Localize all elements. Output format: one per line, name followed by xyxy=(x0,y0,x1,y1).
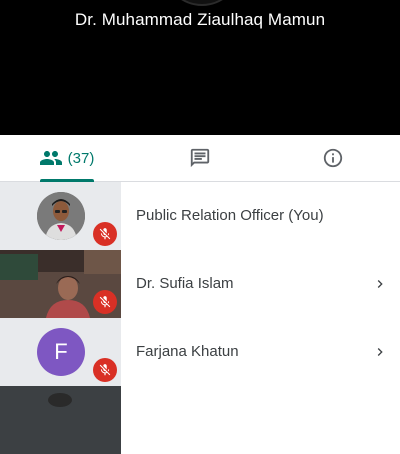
participant-thumbnail: F xyxy=(0,318,121,386)
chat-icon xyxy=(189,147,211,169)
mic-off-icon xyxy=(93,222,117,246)
tab-bar: (37) xyxy=(0,135,400,182)
participant-row[interactable] xyxy=(0,386,400,454)
participant-row[interactable]: Public Relation Officer (You) xyxy=(0,182,400,250)
mic-off-icon xyxy=(93,358,117,382)
participant-avatar: F xyxy=(37,328,85,376)
participant-thumbnail xyxy=(0,182,121,250)
chevron-right-icon[interactable] xyxy=(372,276,388,297)
participant-video xyxy=(0,386,121,454)
presenter-avatar xyxy=(163,0,241,6)
tab-info[interactable] xyxy=(266,135,400,181)
tab-people[interactable]: (37) xyxy=(0,135,133,182)
participant-list: Public Relation Officer (You) Dr. Sufia … xyxy=(0,182,400,454)
participant-name: Farjana Khatun xyxy=(136,343,239,360)
participant-name: Dr. Sufia Islam xyxy=(136,275,234,292)
participant-name: Public Relation Officer (You) xyxy=(136,207,324,224)
participant-count: (37) xyxy=(67,149,95,167)
info-icon xyxy=(322,147,344,169)
chevron-right-icon[interactable] xyxy=(372,344,388,365)
presenter-video[interactable]: Dr. Muhammad Ziaulhaq Mamun xyxy=(0,0,400,135)
participant-video xyxy=(0,250,121,318)
people-icon xyxy=(39,146,63,170)
mic-off-icon xyxy=(93,290,117,314)
presenter-name: Dr. Muhammad Ziaulhaq Mamun xyxy=(74,10,326,29)
participant-row[interactable]: F Farjana Khatun xyxy=(0,318,400,386)
participant-row[interactable]: Dr. Sufia Islam xyxy=(0,250,400,318)
participant-avatar xyxy=(37,192,85,240)
tab-chat[interactable] xyxy=(133,135,266,181)
